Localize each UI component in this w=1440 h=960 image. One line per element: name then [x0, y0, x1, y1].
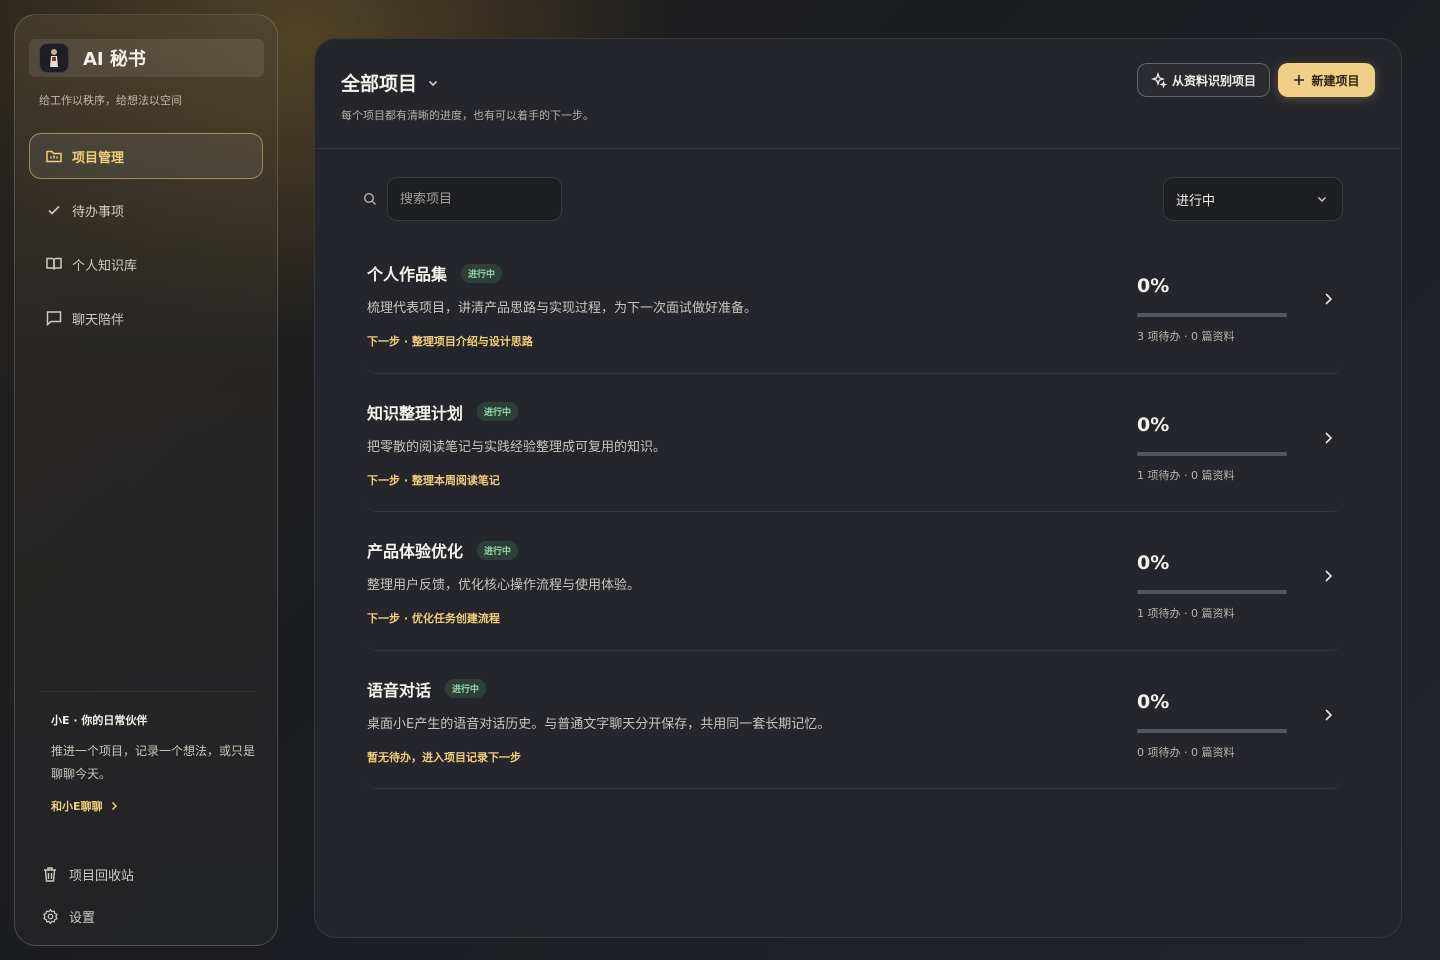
sidebar-item-label: 聊天陪伴: [72, 312, 125, 328]
project-meta: 0 项待办 · 0 篇资料: [1137, 745, 1235, 759]
progress-percent: 0%: [1137, 690, 1170, 713]
page-title: 全部项目: [341, 73, 418, 95]
status-badge: 进行中: [445, 679, 487, 698]
project-row[interactable]: 语音对话 进行中 桌面小E产生的语音对话历史。与普通文字聊天分开保存，共用同一套…: [365, 651, 1343, 789]
companion-card-text: 推进一个项目，记录一个想法，或只是聊聊今天。: [51, 744, 256, 781]
status-badge: 进行中: [461, 263, 503, 283]
chevron-right-icon: [111, 801, 117, 811]
progress-percent: 0%: [1137, 552, 1170, 574]
sidebar-item-label: 个人知识库: [72, 258, 138, 274]
project-scope-dropdown[interactable]: 全部项目: [341, 69, 439, 96]
folder-icon: [45, 147, 63, 165]
sidebar-item-settings[interactable]: 设置: [39, 895, 259, 937]
sidebar-item-chat[interactable]: 聊天陪伴: [29, 295, 263, 341]
chevron-right-icon[interactable]: [1320, 291, 1336, 307]
project-list: 个人作品集 进行中 梳理代表项目，讲清产品思路与实现过程，为下一次面试做好准备。…: [365, 235, 1343, 789]
gear-icon: [41, 907, 59, 925]
chevron-down-icon: [428, 80, 438, 86]
status-badge: 进行中: [477, 540, 519, 560]
book-icon: [45, 255, 63, 273]
app-tagline: 给工作以秩序，给想法以空间: [39, 94, 182, 107]
project-title: 产品体验优化: [367, 542, 464, 561]
trash-icon: [41, 865, 59, 883]
project-next-step: 下一步 · 整理本周阅读笔记: [367, 473, 500, 487]
page-header: 全部项目 每个项目都有清晰的进度，也有可以着手的下一步。 从资料识别项目 新建项…: [315, 39, 1401, 149]
sidebar-item-label: 待办事项: [72, 204, 125, 220]
identify-from-docs-label: 从资料识别项目: [1171, 73, 1256, 88]
plus-icon: [1294, 75, 1305, 85]
project-meta: 3 项待办 · 0 篇资料: [1137, 330, 1235, 343]
new-project-button[interactable]: 新建项目: [1278, 63, 1375, 97]
progress-bar: [1137, 590, 1287, 594]
sidebar-item-todos[interactable]: 待办事项: [29, 187, 263, 233]
search-input[interactable]: [387, 177, 562, 221]
project-row[interactable]: 知识整理计划 进行中 把零散的阅读笔记与实践经验整理成可复用的知识。 下一步 ·…: [365, 374, 1343, 512]
project-row[interactable]: 产品体验优化 进行中 整理用户反馈，优化核心操作流程与使用体验。 下一步 · 优…: [365, 512, 1343, 651]
identify-from-docs-button[interactable]: 从资料识别项目: [1137, 63, 1270, 97]
project-title: 语音对话: [367, 680, 432, 700]
progress-bar: [1137, 728, 1287, 733]
sidebar-item-recycle-bin[interactable]: 项目回收站: [39, 853, 259, 895]
chevron-right-icon[interactable]: [1320, 430, 1336, 446]
sidebar-item-knowledge[interactable]: 个人知识库: [29, 241, 263, 287]
new-project-label: 新建项目: [1311, 73, 1360, 88]
project-description: 桌面小E产生的语音对话历史。与普通文字聊天分开保存，共用同一套长期记忆。: [367, 716, 831, 732]
sidebar-item-label: 项目回收站: [69, 868, 135, 884]
project-meta: 1 项待办 · 0 篇资料: [1137, 468, 1235, 482]
project-description: 整理用户反馈，优化核心操作流程与使用体验。: [367, 578, 641, 593]
chat-with-e-link[interactable]: 和小E聊聊: [51, 798, 257, 814]
status-filter-select[interactable]: 进行中: [1163, 177, 1343, 221]
project-next-step: 下一步 · 优化任务创建流程: [367, 612, 500, 625]
chevron-right-icon[interactable]: [1320, 707, 1336, 723]
progress-bar: [1137, 451, 1287, 456]
companion-card-title: 小E · 你的日常伙伴: [51, 714, 148, 727]
sidebar-item-projects[interactable]: 项目管理: [29, 133, 263, 179]
chat-with-e-label: 和小E聊聊: [51, 800, 103, 813]
search-icon: [363, 192, 376, 205]
sparkle-icon: [1151, 72, 1167, 88]
page-subtitle: 每个项目都有清晰的进度，也有可以着手的下一步。: [341, 109, 594, 122]
sidebar-item-label: 项目管理: [72, 150, 125, 166]
project-meta: 1 项待办 · 0 篇资料: [1137, 607, 1235, 620]
check-icon: [45, 201, 63, 219]
chevron-right-icon[interactable]: [1320, 568, 1336, 584]
chevron-down-icon: [1317, 196, 1327, 203]
companion-card: 小E · 你的日常伙伴 推进一个项目，记录一个想法，或只是聊聊今天。 和小E聊聊: [39, 691, 257, 814]
sidebar-bottom: 项目回收站 设置: [39, 853, 259, 937]
brand[interactable]: AI 秘书: [29, 39, 264, 77]
progress-percent: 0%: [1137, 413, 1170, 436]
chat-bubble-icon: [45, 309, 63, 327]
project-title: 知识整理计划: [367, 403, 464, 423]
progress-bar: [1137, 313, 1287, 317]
project-description: 把零散的阅读笔记与实践经验整理成可复用的知识。: [367, 439, 667, 455]
search-bar: [363, 177, 562, 221]
sidebar: AI 秘书 给工作以秩序，给想法以空间 项目管理 待办事项 个人知识库 聊天陪伴: [14, 14, 278, 946]
sidebar-nav: 项目管理 待办事项 个人知识库 聊天陪伴: [29, 133, 263, 349]
project-row[interactable]: 个人作品集 进行中 梳理代表项目，讲清产品思路与实现过程，为下一次面试做好准备。…: [365, 235, 1343, 374]
sidebar-item-label: 设置: [69, 910, 96, 926]
avatar: [39, 43, 69, 73]
app-title: AI 秘书: [83, 49, 146, 70]
status-badge: 进行中: [477, 402, 519, 421]
status-filter-value: 进行中: [1176, 193, 1216, 209]
main-panel: 全部项目 每个项目都有清晰的进度，也有可以着手的下一步。 从资料识别项目 新建项…: [314, 38, 1402, 938]
project-next-step: 下一步 · 整理项目介绍与设计思路: [367, 335, 533, 348]
project-description: 梳理代表项目，讲清产品思路与实现过程，为下一次面试做好准备。: [367, 301, 758, 316]
project-title: 个人作品集: [367, 265, 448, 284]
assistant-figure-icon: [50, 49, 58, 67]
progress-percent: 0%: [1137, 275, 1170, 297]
project-next-step: 暂无待办，进入项目记录下一步: [367, 750, 521, 764]
